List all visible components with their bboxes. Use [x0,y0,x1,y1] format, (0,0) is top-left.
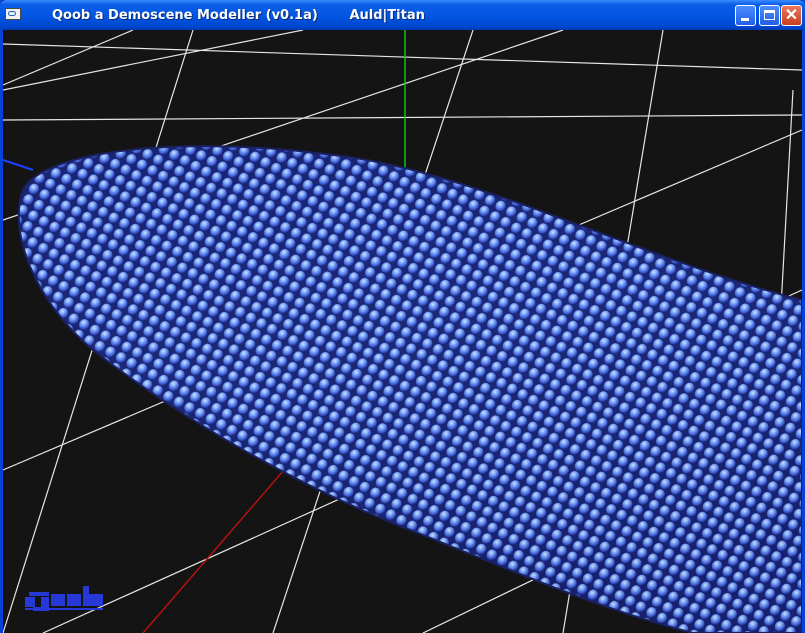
app-icon[interactable] [5,8,21,20]
window-title: Qoob a Demoscene Modeller (v0.1a) Auld|T… [52,8,425,23]
z-axis-line [3,159,34,171]
maximize-button[interactable] [759,5,780,26]
minimize-icon [741,18,749,21]
maximize-icon [764,10,775,20]
app-window: Qoob a Demoscene Modeller (v0.1a) Auld|T… [0,0,805,633]
qoob-logo [25,586,103,611]
model-object[interactable] [3,30,802,633]
close-button[interactable]: ✕ [781,5,802,26]
title-bar[interactable]: Qoob a Demoscene Modeller (v0.1a) Auld|T… [0,0,805,30]
minimize-button[interactable] [735,5,756,26]
scene-canvas[interactable] [3,30,802,633]
3d-viewport[interactable] [3,30,802,633]
close-icon: ✕ [784,7,799,24]
